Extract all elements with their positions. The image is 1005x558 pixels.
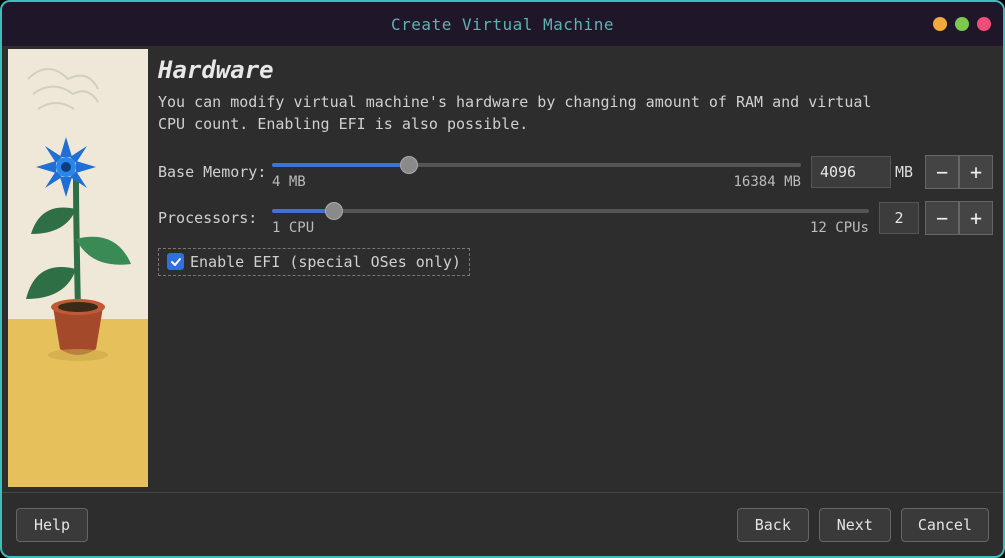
enable-efi-option[interactable]: Enable EFI (special OSes only) [158, 248, 470, 276]
base-memory-row: Base Memory: 4 MB 16384 MB MB − + [158, 154, 993, 190]
minimize-window-icon[interactable] [933, 17, 947, 31]
processors-increment-button[interactable]: + [959, 201, 993, 235]
base-memory-slider[interactable] [272, 162, 801, 168]
processors-value-field[interactable] [879, 202, 919, 234]
base-memory-min-label: 4 MB [272, 174, 306, 190]
enable-efi-label: Enable EFI (special OSes only) [190, 253, 461, 271]
base-memory-increment-button[interactable]: + [959, 155, 993, 189]
close-window-icon[interactable] [977, 17, 991, 31]
base-memory-max-label: 16384 MB [734, 174, 801, 190]
plant-illustration-icon [8, 49, 148, 487]
page-heading: Hardware [158, 56, 993, 84]
base-memory-label: Base Memory: [158, 163, 266, 181]
base-memory-value-field[interactable] [811, 156, 891, 188]
titlebar: Create Virtual Machine [2, 2, 1003, 46]
processors-min-label: 1 CPU [272, 220, 314, 236]
dialog-window: Create Virtual Machine [0, 0, 1005, 558]
processors-slider[interactable] [272, 208, 869, 214]
hardware-panel: Hardware You can modify virtual machine'… [154, 46, 1003, 492]
dialog-body: Hardware You can modify virtual machine'… [2, 46, 1003, 492]
maximize-window-icon[interactable] [955, 17, 969, 31]
enable-efi-checkbox[interactable] [167, 253, 184, 270]
processors-slider-wrap: 1 CPU 12 CPUs [272, 200, 869, 236]
checkmark-icon [170, 256, 182, 268]
processors-row: Processors: 1 CPU 12 CPUs − + [158, 200, 993, 236]
base-memory-decrement-button[interactable]: − [925, 155, 959, 189]
processors-decrement-button[interactable]: − [925, 201, 959, 235]
wizard-illustration [8, 49, 148, 487]
base-memory-slider-wrap: 4 MB 16384 MB [272, 154, 801, 190]
processors-spin: − + [879, 201, 993, 235]
help-button[interactable]: Help [16, 508, 88, 542]
base-memory-spin: MB − + [811, 155, 993, 189]
cancel-button[interactable]: Cancel [901, 508, 989, 542]
dialog-footer: Help Back Next Cancel [2, 492, 1003, 556]
processors-max-label: 12 CPUs [810, 220, 869, 236]
window-title: Create Virtual Machine [391, 15, 614, 34]
next-button[interactable]: Next [819, 508, 891, 542]
page-description: You can modify virtual machine's hardwar… [158, 92, 878, 136]
window-controls [933, 2, 991, 46]
base-memory-unit: MB [895, 163, 913, 181]
processors-label: Processors: [158, 209, 266, 227]
back-button[interactable]: Back [737, 508, 809, 542]
